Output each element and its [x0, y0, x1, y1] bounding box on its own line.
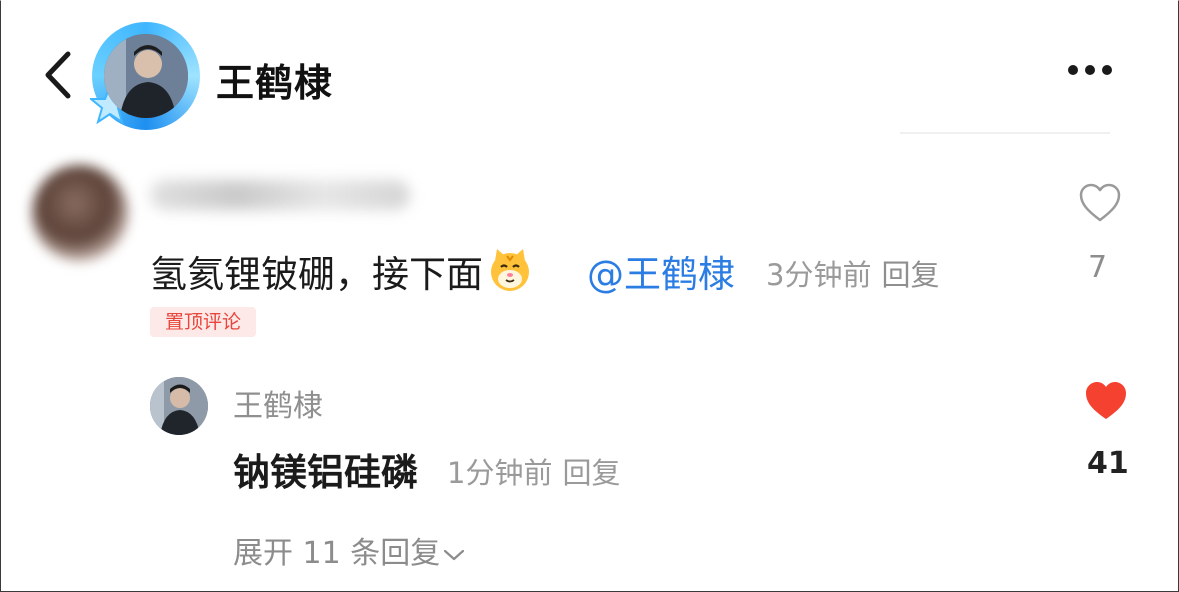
divider [900, 132, 1110, 134]
reply-reply-button[interactable]: 回复 [562, 456, 620, 490]
reply-author-avatar[interactable] [150, 377, 208, 435]
heart-outline-icon [1079, 183, 1121, 222]
expand-replies-button[interactable]: 展开 11 条回复 [233, 528, 466, 572]
reply-like-count: 41 [1087, 446, 1129, 481]
commenter-avatar[interactable] [32, 165, 128, 261]
comment-like-count: 7 [1088, 250, 1108, 285]
chevron-down-icon [444, 549, 465, 560]
heart-filled-icon [1086, 382, 1126, 419]
mention-link[interactable]: @王鹤棣 [587, 244, 735, 298]
chevron-left-icon [45, 51, 71, 99]
profile-avatar[interactable] [90, 22, 200, 130]
expand-replies-label: 展开 11 条回复 [233, 536, 441, 571]
reply-time: 1分钟前 [447, 456, 553, 490]
comment-time: 3分钟前 [766, 258, 872, 292]
reply-author-name[interactable]: 王鹤棣 [233, 381, 323, 425]
reply-text: 钠镁铝硅磷 [233, 451, 418, 494]
more-dot [1085, 65, 1095, 75]
avatar-photo [104, 34, 188, 118]
comment-like-button[interactable] [1078, 182, 1122, 224]
comment-reply-button[interactable]: 回复 [881, 258, 939, 292]
more-horizontal-icon [1068, 65, 1078, 75]
page-title: 王鹤棣 [216, 61, 334, 105]
header-bar: 王鹤棣 [0, 0, 1179, 140]
reply-meta: 1分钟前 回复 [447, 450, 620, 492]
comment-text: 氢氦锂铍硼，接下面 [150, 244, 533, 298]
back-button[interactable] [40, 50, 80, 100]
comment-meta: 3分钟前 回复 [766, 252, 939, 294]
pinned-badge: 置顶评论 [150, 307, 256, 337]
tiger-emoji-icon [491, 249, 529, 291]
commenter-name-blurred [150, 180, 410, 210]
more-options-button[interactable] [1068, 60, 1120, 82]
reply-like-button[interactable] [1083, 380, 1129, 422]
more-dot [1102, 65, 1112, 75]
